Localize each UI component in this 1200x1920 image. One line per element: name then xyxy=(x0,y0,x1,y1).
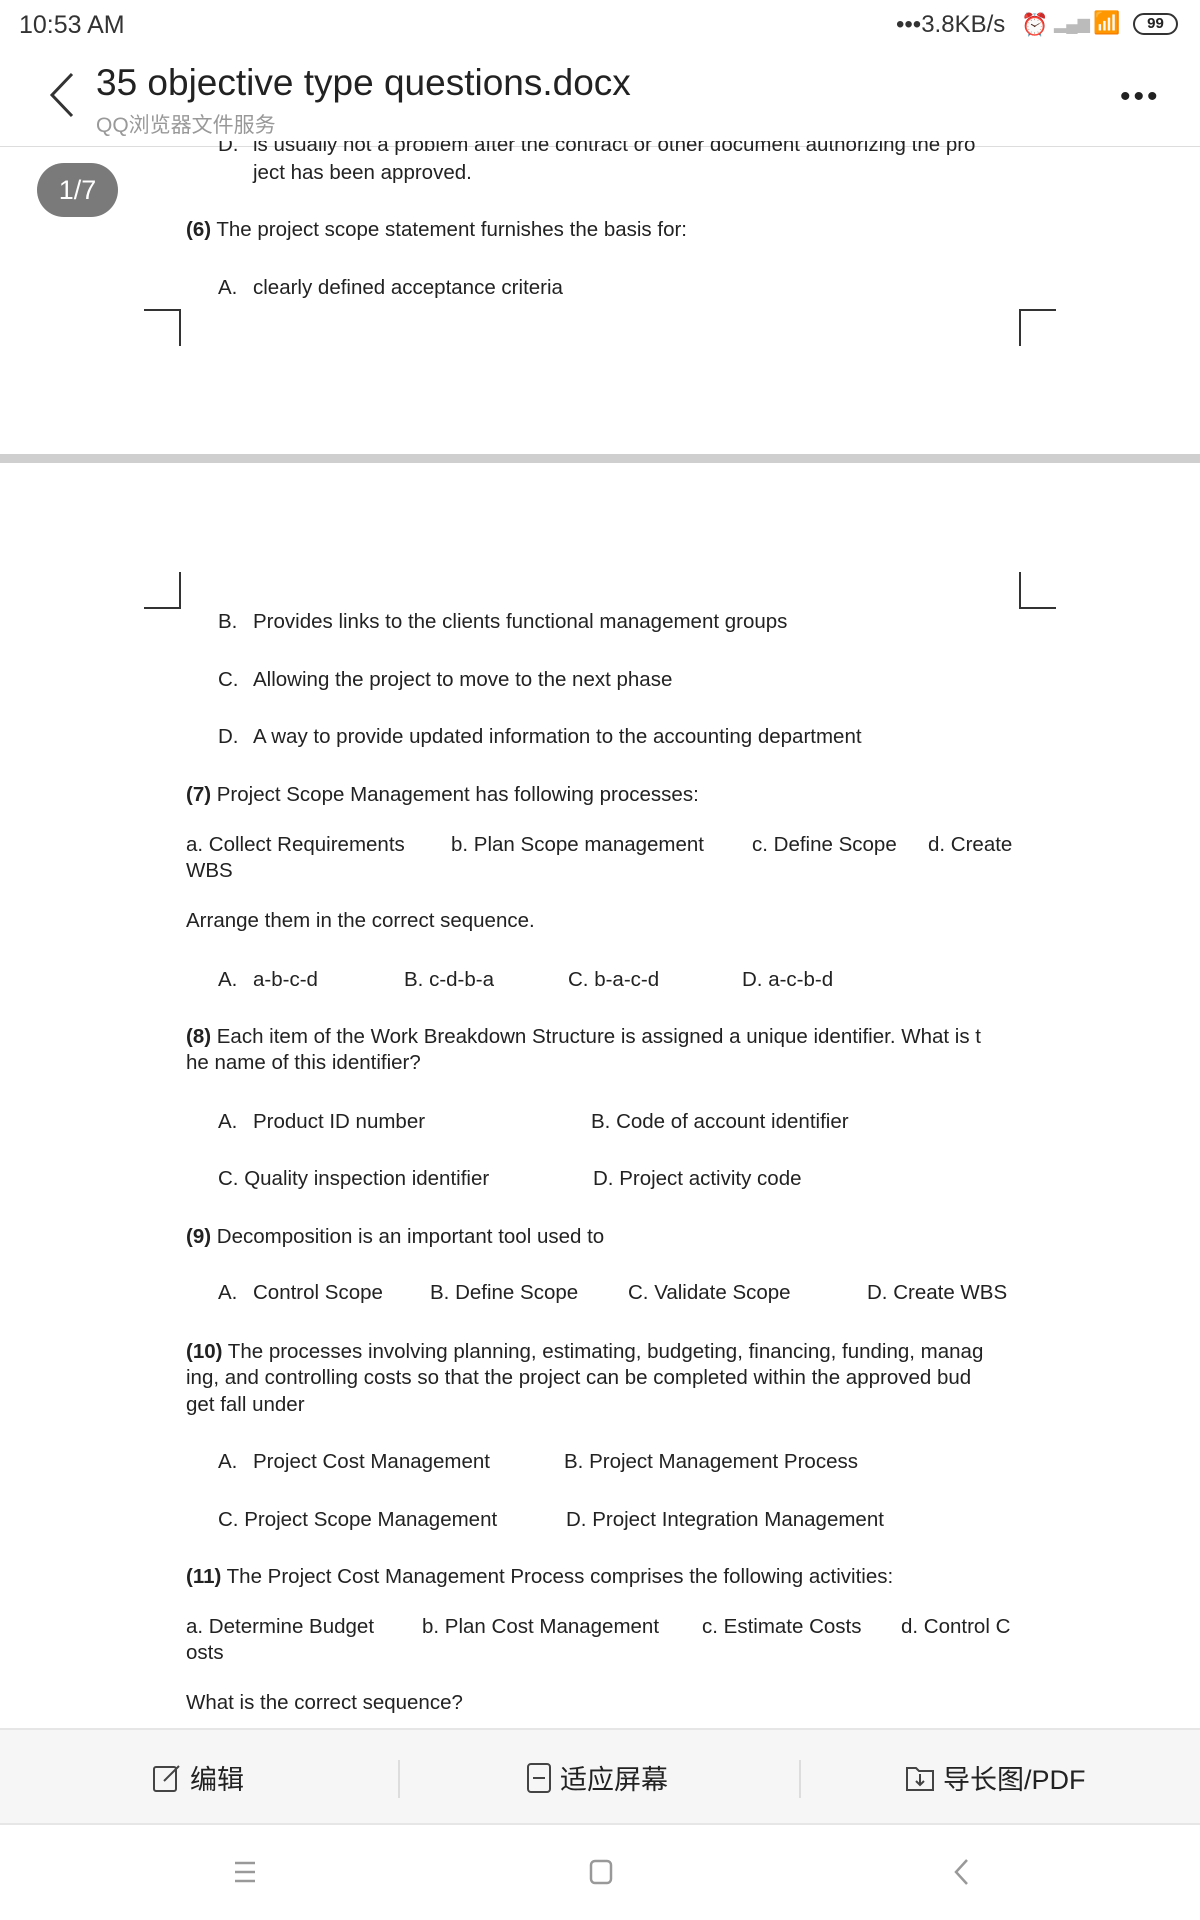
q11-item: b. Plan Cost Management xyxy=(422,1615,660,1638)
q10-option-a-label: A. xyxy=(218,1450,238,1473)
q7-option-d: D. a-c-b-d xyxy=(742,968,834,991)
nav-back-icon xyxy=(954,1859,968,1885)
signal-icon: ▂▄▆ xyxy=(1054,16,1090,33)
home-button[interactable] xyxy=(589,1859,613,1890)
download-folder-icon xyxy=(906,1766,934,1791)
q7-option-b: B. c-d-b-a xyxy=(404,968,494,991)
page-separator xyxy=(0,454,1200,463)
home-icon xyxy=(589,1859,613,1885)
q7-instruction: Arrange them in the correct sequence. xyxy=(186,909,535,932)
more-menu-button[interactable]: ••• xyxy=(1120,80,1161,114)
q6-option-c: Allowing the project to move to the next… xyxy=(253,668,673,691)
battery-icon: 99 xyxy=(1133,13,1178,35)
q8-option-a: Product ID number xyxy=(253,1110,426,1133)
question-11: (11) The Project Cost Management Process… xyxy=(186,1565,894,1588)
question-8: (8) Each item of the Work Breakdown Stru… xyxy=(186,1025,981,1048)
question-8-line2: he name of this identifier? xyxy=(186,1051,421,1074)
question-10: (10) The processes involving planning, e… xyxy=(186,1340,984,1363)
q9-option-d: D. Create WBS xyxy=(867,1281,1008,1304)
status-time: 10:53 AM xyxy=(19,11,125,39)
edit-icon xyxy=(153,1764,180,1792)
q6-option-d-label: D. xyxy=(218,725,239,748)
page-corner-mark xyxy=(144,572,181,609)
question-6: (6) The project scope statement furnishe… xyxy=(186,218,687,241)
q7-item-wrap: WBS xyxy=(186,859,233,882)
page-title: 35 objective type questions.docx xyxy=(96,62,631,103)
page-subtitle: QQ浏览器文件服务 xyxy=(96,114,276,137)
q8-option-b: B. Code of account identifier xyxy=(591,1110,849,1133)
edit-button[interactable]: 编辑 xyxy=(152,1730,244,1825)
q10-option-a: Project Cost Management xyxy=(253,1450,491,1473)
page-corner-mark xyxy=(1019,309,1056,346)
bottom-toolbar: 编辑 适应屏幕 导长图/PDF xyxy=(0,1728,1200,1825)
question-10-line2: ing, and controlling costs so that the p… xyxy=(186,1366,972,1389)
q11-item-wrap: osts xyxy=(186,1641,224,1664)
q7-option-a: a-b-c-d xyxy=(253,968,318,991)
back-icon xyxy=(49,72,74,118)
page-corner-mark xyxy=(144,309,181,346)
page-indicator: 1/7 xyxy=(37,163,118,217)
q10-option-d: D. Project Integration Management xyxy=(566,1508,884,1531)
q6-option-d: A way to provide updated information to … xyxy=(253,725,862,748)
q11-question: What is the correct sequence? xyxy=(186,1691,463,1714)
wifi-icon: 📶 xyxy=(1093,10,1121,35)
q11-item: c. Estimate Costs xyxy=(702,1615,862,1638)
export-button[interactable]: 导长图/PDF xyxy=(905,1730,1086,1825)
q10-option-b: B. Project Management Process xyxy=(564,1450,858,1473)
q9-option-b: B. Define Scope xyxy=(430,1281,579,1304)
q9-option-a-label: A. xyxy=(218,1281,238,1304)
q11-item: a. Determine Budget xyxy=(186,1615,375,1638)
q11-item: d. Control C xyxy=(901,1615,1011,1638)
q7-item: b. Plan Scope management xyxy=(451,833,704,856)
q8-option-a-label: A. xyxy=(218,1110,238,1133)
q5-option-d-line1: is usually not a problem after the contr… xyxy=(253,133,976,156)
alarm-icon: ⏰ xyxy=(1021,12,1049,37)
q7-item: d. Create xyxy=(928,833,1013,856)
question-9: (9) Decomposition is an important tool u… xyxy=(186,1225,605,1248)
q6-option-a-label: A. xyxy=(218,276,238,299)
q7-option-a-label: A. xyxy=(218,968,238,991)
q6-option-b-label: B. xyxy=(218,610,238,633)
q7-item: a. Collect Requirements xyxy=(186,833,405,856)
toolbar-divider xyxy=(799,1760,801,1798)
q6-option-b: Provides links to the clients functional… xyxy=(253,610,788,633)
q6-option-c-label: C. xyxy=(218,668,239,691)
q7-item: c. Define Scope xyxy=(752,833,897,856)
network-speed: •••3.8KB/s xyxy=(896,11,1006,38)
recent-apps-button[interactable] xyxy=(233,1861,257,1888)
q5-option-d-line2: ject has been approved. xyxy=(253,161,472,184)
q8-option-d: D. Project activity code xyxy=(593,1167,802,1190)
fit-screen-icon xyxy=(527,1762,551,1793)
nav-back-button[interactable] xyxy=(952,1858,972,1891)
page-corner-mark xyxy=(1019,572,1056,609)
question-10-line3: get fall under xyxy=(186,1393,305,1416)
q9-option-a: Control Scope xyxy=(253,1281,383,1304)
question-7: (7) Project Scope Management has followi… xyxy=(186,783,699,806)
fit-screen-button[interactable]: 适应屏幕 xyxy=(526,1730,668,1825)
q7-option-c: C. b-a-c-d xyxy=(568,968,660,991)
q9-option-c: C. Validate Scope xyxy=(628,1281,791,1304)
back-button[interactable] xyxy=(44,70,84,120)
menu-icon xyxy=(235,1861,255,1883)
q6-option-a: clearly defined acceptance criteria xyxy=(253,276,563,299)
toolbar-divider xyxy=(398,1760,400,1798)
q10-option-c: C. Project Scope Management xyxy=(218,1508,498,1531)
q8-option-c: C. Quality inspection identifier xyxy=(218,1167,490,1190)
